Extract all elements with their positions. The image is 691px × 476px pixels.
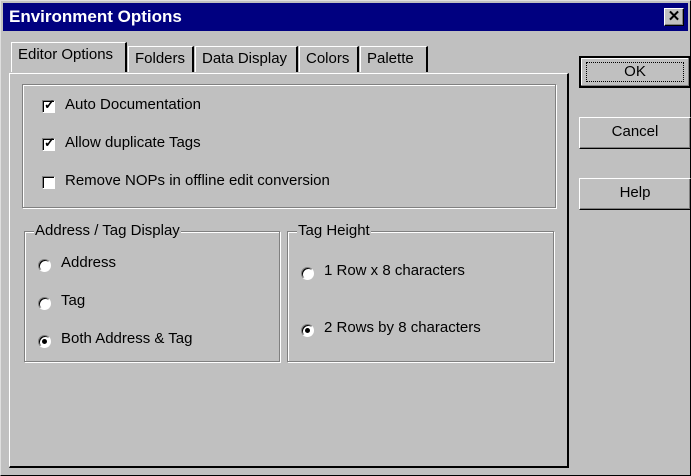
focus-rectangle bbox=[586, 62, 684, 82]
one-row-label[interactable]: 1 Row x 8 characters bbox=[324, 262, 465, 279]
editor-options-panel: ✓ Auto Documentation ✓ Allow duplicate T… bbox=[9, 73, 569, 468]
tab-palette[interactable]: Palette bbox=[360, 46, 428, 72]
tag-height-legend: Tag Height bbox=[297, 222, 371, 239]
close-icon[interactable]: ✕ bbox=[664, 8, 684, 26]
checkmark-icon: ✓ bbox=[44, 97, 55, 112]
address-tag-display-legend: Address / Tag Display bbox=[34, 222, 181, 239]
tab-editor-options-label: Editor Options bbox=[18, 46, 114, 63]
tab-colors[interactable]: Colors bbox=[299, 46, 359, 72]
two-rows-radio[interactable] bbox=[301, 324, 314, 337]
help-button-label: Help bbox=[619, 184, 651, 201]
tab-data-display[interactable]: Data Display bbox=[195, 46, 298, 72]
remove-nops-checkbox[interactable] bbox=[42, 176, 55, 189]
window-title: Environment Options bbox=[9, 7, 182, 26]
both-address-tag-label[interactable]: Both Address & Tag bbox=[61, 330, 192, 347]
auto-documentation-checkbox[interactable]: ✓ bbox=[42, 97, 55, 113]
tag-radio[interactable] bbox=[38, 297, 51, 310]
address-tag-display-group: Address / Tag Display Address Tag Both A… bbox=[24, 222, 280, 362]
general-options-group: ✓ Auto Documentation ✓ Allow duplicate T… bbox=[22, 84, 556, 208]
tag-height-group: Tag Height 1 Row x 8 characters 2 Rows b… bbox=[287, 222, 554, 362]
radio-selected-dot bbox=[42, 339, 47, 344]
environment-options-dialog: Environment Options ✕ Editor Options Fol… bbox=[0, 0, 691, 476]
both-address-tag-radio[interactable] bbox=[38, 335, 51, 348]
tab-data-display-label: Data Display bbox=[202, 50, 288, 67]
title-bar[interactable]: Environment Options ✕ bbox=[3, 3, 688, 31]
checkmark-icon: ✓ bbox=[44, 135, 55, 150]
tag-radio-label[interactable]: Tag bbox=[61, 292, 85, 309]
tab-colors-label: Colors bbox=[306, 50, 350, 67]
cancel-button[interactable]: Cancel bbox=[579, 117, 691, 149]
help-button[interactable]: Help bbox=[579, 178, 691, 210]
allow-duplicate-tags-label[interactable]: Allow duplicate Tags bbox=[65, 134, 201, 151]
auto-documentation-label[interactable]: Auto Documentation bbox=[65, 96, 201, 113]
address-radio-label[interactable]: Address bbox=[61, 254, 116, 271]
cancel-button-label: Cancel bbox=[611, 123, 659, 140]
two-rows-label[interactable]: 2 Rows by 8 characters bbox=[324, 319, 481, 336]
remove-nops-label[interactable]: Remove NOPs in offline edit conversion bbox=[65, 172, 330, 189]
tab-editor-options[interactable]: Editor Options bbox=[11, 42, 127, 72]
address-radio[interactable] bbox=[38, 259, 51, 272]
radio-selected-dot bbox=[305, 328, 310, 333]
ok-button[interactable]: OK bbox=[579, 56, 691, 88]
one-row-radio[interactable] bbox=[301, 267, 314, 280]
tab-folders-label: Folders bbox=[135, 50, 186, 67]
tab-folders[interactable]: Folders bbox=[128, 46, 194, 72]
allow-duplicate-tags-checkbox[interactable]: ✓ bbox=[42, 135, 55, 151]
tab-palette-label: Palette bbox=[367, 50, 414, 67]
